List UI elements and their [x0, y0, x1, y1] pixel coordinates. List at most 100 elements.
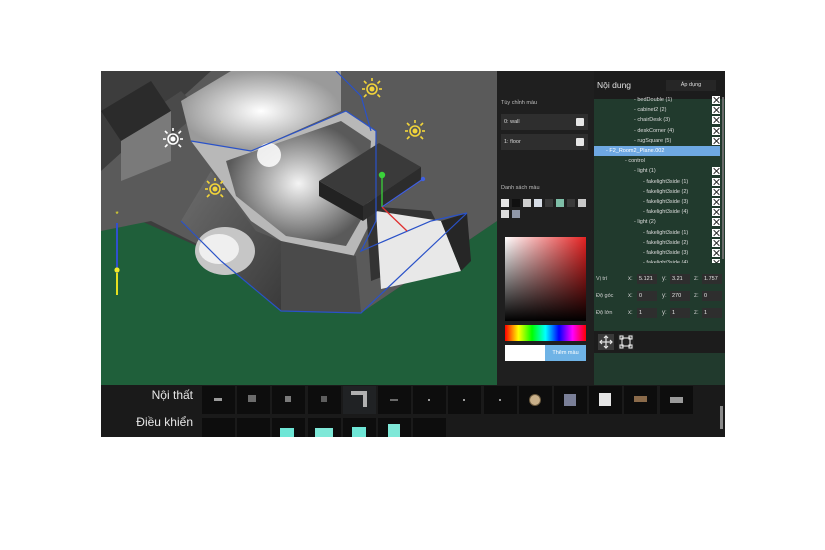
- tree-item[interactable]: - fakelight3side (3): [594, 197, 725, 207]
- delete-icon[interactable]: [712, 249, 720, 257]
- tree-item[interactable]: - cabinet2 (2): [594, 105, 725, 115]
- palette-scrollbar[interactable]: [720, 406, 723, 429]
- tree-item-label: - bedDouble (1): [634, 97, 673, 103]
- furniture-item-slot[interactable]: [659, 386, 693, 414]
- control-item-slot[interactable]: [237, 418, 271, 437]
- rotation-label: Độ góc: [596, 293, 614, 299]
- color-value-field[interactable]: [505, 345, 545, 361]
- furniture-item-slot[interactable]: [448, 386, 482, 414]
- delete-icon[interactable]: [712, 238, 720, 247]
- tree-item[interactable]: - light (1): [594, 166, 725, 176]
- color-picker-area[interactable]: [505, 237, 586, 321]
- dot-thumb: [498, 399, 501, 401]
- control-category-label[interactable]: Điều khiển: [101, 415, 193, 429]
- delete-icon[interactable]: [712, 96, 720, 104]
- tree-item[interactable]: - fakelight3side (2): [594, 238, 725, 248]
- scale-z-input[interactable]: 1: [702, 308, 722, 318]
- tree-item[interactable]: - control: [594, 156, 725, 166]
- tree-scrollbar[interactable]: [722, 97, 724, 259]
- tree-item[interactable]: - fakelight3side (1): [594, 228, 725, 238]
- tree-item[interactable]: - fakelight3side (1): [594, 177, 725, 187]
- delete-icon[interactable]: [712, 198, 720, 206]
- furniture-item-slot[interactable]: [272, 386, 306, 414]
- tree-item[interactable]: - fakelight3side (2): [594, 187, 725, 197]
- furniture-item-slot[interactable]: [237, 386, 271, 414]
- control-item-slot[interactable]: [378, 418, 411, 437]
- tree-item[interactable]: - light (2): [594, 217, 725, 227]
- material-color-chip[interactable]: [576, 138, 584, 146]
- color-swatch[interactable]: [501, 199, 509, 207]
- furniture-item-slot[interactable]: [483, 386, 517, 414]
- light-gizmo-icon[interactable]: [202, 177, 228, 201]
- tree-item[interactable]: - fakelight3side (3): [594, 248, 725, 258]
- delete-icon[interactable]: [712, 228, 720, 237]
- color-swatch[interactable]: [534, 199, 542, 207]
- color-swatch[interactable]: [556, 199, 564, 207]
- control-item-slot[interactable]: [413, 418, 447, 437]
- tree-item[interactable]: - F2_Room2_Plane.002: [594, 146, 720, 156]
- color-swatch[interactable]: [512, 210, 520, 218]
- tree-item[interactable]: - rugSquare (5): [594, 136, 725, 146]
- delete-icon[interactable]: [712, 106, 720, 115]
- light-gizmo-icon[interactable]: [402, 119, 428, 143]
- color-swatch[interactable]: [567, 199, 575, 207]
- furniture-item-slot[interactable]: [202, 386, 235, 414]
- furniture-item-slot[interactable]: [554, 386, 587, 414]
- scale-y-input[interactable]: 1: [670, 308, 690, 318]
- delete-icon[interactable]: [712, 167, 720, 176]
- tree-item[interactable]: - deskCorner (4): [594, 126, 725, 136]
- control-item-slot[interactable]: [202, 418, 235, 437]
- delete-icon[interactable]: [712, 116, 720, 125]
- color-swatch[interactable]: [523, 199, 531, 207]
- add-color-button[interactable]: Thêm màu: [545, 345, 586, 361]
- furniture-item-slot[interactable]: [378, 386, 411, 414]
- scale-tool-button[interactable]: [618, 334, 634, 350]
- color-swatch[interactable]: [512, 199, 520, 207]
- material-color-chip[interactable]: [576, 118, 584, 126]
- tree-item-label: - fakelight3side (3): [643, 199, 689, 205]
- furniture-item-slot[interactable]: [342, 386, 376, 414]
- scene-tree[interactable]: - bedDouble (1) - cabinet2 (2) - chairDesk…: [594, 95, 725, 263]
- furniture-item-slot[interactable]: [624, 386, 658, 414]
- position-z-input[interactable]: 1.757: [702, 274, 722, 284]
- furniture-item-slot[interactable]: [589, 386, 623, 414]
- position-y-input[interactable]: 3.21: [670, 274, 690, 284]
- tree-item[interactable]: - bedDouble (1): [594, 95, 725, 105]
- delete-icon[interactable]: [712, 177, 720, 186]
- light-gizmo-icon[interactable]: [160, 127, 186, 151]
- material-row-floor[interactable]: 1: floor: [501, 134, 588, 150]
- material-label: 1: floor: [504, 139, 521, 145]
- control-item-slot[interactable]: [342, 418, 376, 437]
- furniture-category-label[interactable]: Nội thất: [101, 388, 193, 402]
- delete-icon[interactable]: [712, 126, 720, 135]
- delete-icon[interactable]: [712, 218, 720, 227]
- control-item-slot[interactable]: [272, 418, 306, 437]
- rotation-y-input[interactable]: 270: [670, 291, 690, 301]
- scale-x-input[interactable]: 1: [637, 308, 657, 318]
- tree-item[interactable]: - fakelight3side (4): [594, 207, 725, 217]
- control-item-slot[interactable]: [307, 418, 341, 437]
- rotation-z-input[interactable]: 0: [702, 291, 722, 301]
- tree-item[interactable]: - chairDesk (3): [594, 115, 725, 125]
- delete-icon[interactable]: [712, 136, 720, 145]
- delete-icon[interactable]: [712, 187, 720, 196]
- hue-slider[interactable]: [505, 325, 586, 341]
- cyan-shape-4: [388, 424, 400, 437]
- material-row-wall[interactable]: 0: wall: [501, 114, 588, 130]
- delete-icon[interactable]: [712, 259, 720, 263]
- furniture-item-slot[interactable]: [307, 386, 341, 414]
- color-swatch[interactable]: [545, 199, 553, 207]
- furniture-item-slot[interactable]: [518, 386, 552, 414]
- rotation-x-input[interactable]: 0: [637, 291, 657, 301]
- axis-x-label: x:: [628, 293, 633, 299]
- apply-button[interactable]: Áp dụng: [666, 80, 716, 91]
- color-swatch[interactable]: [578, 199, 586, 207]
- furniture-item-slot[interactable]: [413, 386, 447, 414]
- light-gizmo-icon[interactable]: [359, 77, 385, 101]
- 3d-viewport[interactable]: *: [101, 71, 497, 385]
- move-tool-button[interactable]: [598, 334, 614, 350]
- color-swatch[interactable]: [501, 210, 509, 218]
- tree-item[interactable]: - fakelight3side (4): [594, 258, 725, 263]
- position-x-input[interactable]: 5.121: [637, 274, 657, 284]
- delete-icon[interactable]: [712, 208, 720, 217]
